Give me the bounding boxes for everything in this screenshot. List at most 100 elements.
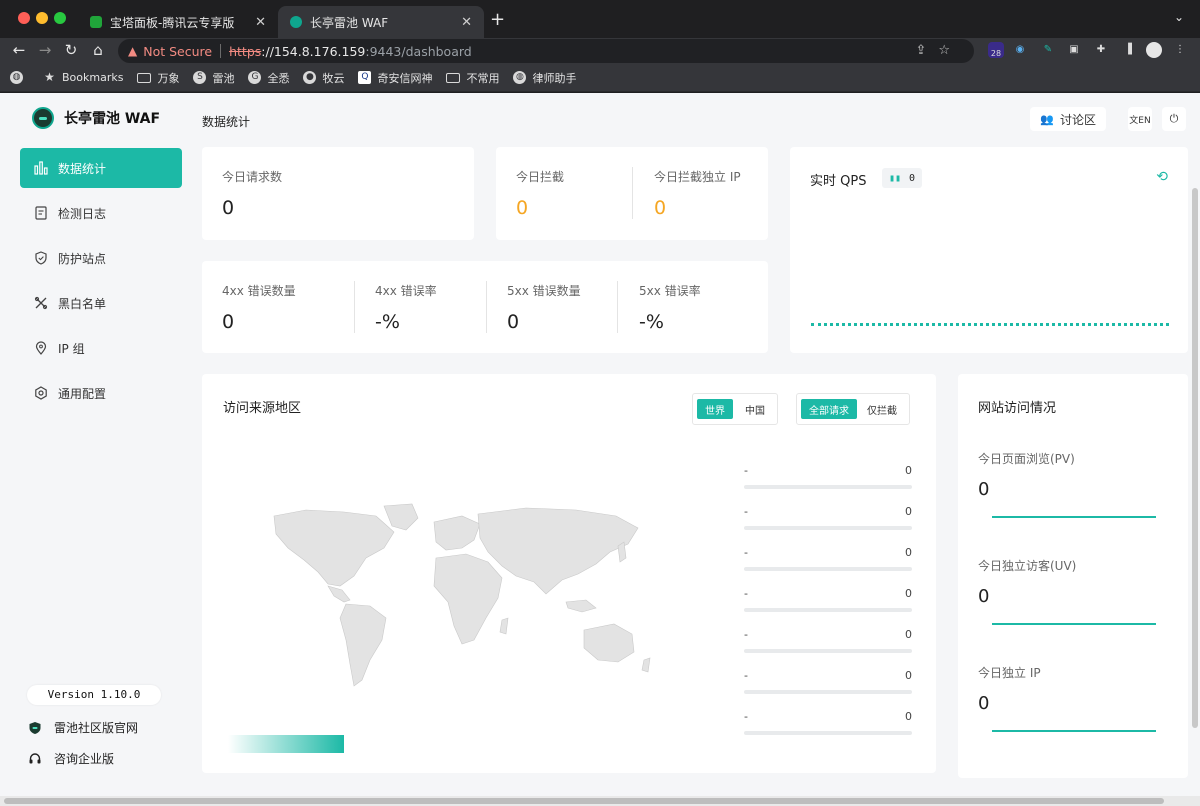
tab-search-chevron-icon[interactable]: ⌄: [1174, 10, 1184, 24]
geo-rank-row: -0: [744, 546, 912, 571]
home-icon[interactable]: ⌂: [89, 41, 107, 59]
url-host: ://154.8.176.159: [261, 43, 366, 59]
profile-avatar[interactable]: [1146, 42, 1162, 58]
puzzle-extensions-icon[interactable]: ✚: [1093, 42, 1109, 58]
safeline-favicon-icon: [290, 16, 302, 28]
close-tab-icon[interactable]: ✕: [255, 15, 266, 30]
geo-title: 访问来源地区: [223, 401, 302, 416]
err5-rate-label: 5xx 错误率: [639, 284, 701, 298]
scope-china-button[interactable]: 中国: [737, 399, 773, 419]
bookmark-item[interactable]: 不常用: [446, 70, 499, 86]
filter-blocked-button[interactable]: 仅拦截: [859, 399, 905, 419]
sidebar-item-label: 数据统计: [58, 161, 107, 176]
logout-icon: ⏻: [1169, 112, 1179, 125]
qps-line-chart: [811, 323, 1169, 326]
bookmark-item[interactable]: 万象: [137, 70, 179, 86]
geo-card: 访问来源地区 世界 中国 全部请求 仅拦截 - 0 - 0 - 0 - 0 - …: [202, 374, 936, 773]
rank-bar: [744, 731, 912, 735]
users-icon: 👥: [1040, 112, 1054, 126]
tab-title: 宝塔面板-腾讯云专享版: [110, 15, 235, 30]
maximize-window-button[interactable]: [54, 12, 66, 24]
brand-logo[interactable]: 长亭雷池 WAF: [32, 107, 160, 129]
minimize-window-button[interactable]: [36, 12, 48, 24]
sidebar-item-settings[interactable]: 通用配置: [20, 373, 182, 413]
page-title: 数据统计: [202, 115, 251, 129]
rank-name: -: [744, 464, 748, 477]
blocked-label: 今日拦截: [516, 170, 565, 184]
sidebar-item-ip-group[interactable]: IP 组: [20, 328, 182, 368]
scope-world-button[interactable]: 世界: [697, 399, 733, 419]
discuss-button[interactable]: 👥 讨论区: [1030, 107, 1106, 131]
divider: [617, 281, 618, 333]
sidebar-nav: 数据统计 检测日志 防护站点 黑白名单 IP 组 通用配置: [20, 148, 182, 418]
bookmarks-bar: ◍ ★ Bookmarks 万象 S 雷池 G 全悉 ● 牧云 Q 奇安信网神 不常用 ◍…: [0, 64, 1200, 92]
language-label: 文EN: [1129, 115, 1151, 126]
rank-value: 0: [905, 628, 912, 641]
close-window-button[interactable]: [18, 12, 30, 24]
rank-bar: [744, 567, 912, 571]
sidebar-item-logs[interactable]: 检测日志: [20, 193, 182, 233]
ip-label: 今日独立 IP: [978, 666, 1041, 680]
sidebar-item-blacklist[interactable]: 黑白名单: [20, 283, 182, 323]
brand-name: 长亭雷池 WAF: [64, 111, 161, 127]
reload-icon[interactable]: ↻: [62, 41, 80, 59]
browser-tab-baota[interactable]: 宝塔面板-腾讯云专享版 ✕: [78, 6, 278, 38]
apps-globe-icon[interactable]: ◍: [10, 71, 29, 84]
ip-value: 0: [978, 693, 990, 714]
rank-value: 0: [905, 587, 912, 600]
rank-value: 0: [905, 669, 912, 682]
bookmark-item[interactable]: Q 奇安信网神: [358, 70, 432, 86]
log-icon: [34, 206, 48, 220]
geo-rank-row: -0: [744, 587, 912, 612]
extension-pen-icon[interactable]: ✎: [1040, 42, 1056, 58]
community-link[interactable]: 雷池社区版官网: [28, 719, 138, 736]
bookmark-item[interactable]: ◍ 律师助手: [513, 70, 576, 86]
back-icon[interactable]: ←: [10, 41, 28, 59]
sidebar-item-label: IP 组: [58, 341, 85, 356]
bookmark-item[interactable]: ★ Bookmarks: [43, 70, 123, 85]
site-icon: ●: [303, 71, 317, 84]
browser-menu-icon[interactable]: ⋮: [1172, 42, 1188, 58]
camera-extension-icon[interactable]: ▣: [1066, 42, 1082, 58]
bookmark-item[interactable]: G 全悉: [248, 70, 289, 86]
scrollbar-thumb[interactable]: [4, 798, 1164, 804]
bookmark-label: 万象: [157, 71, 180, 85]
browser-tab-safeline[interactable]: 长亭雷池 WAF ✕: [278, 6, 484, 38]
sidebar-item-label: 防护站点: [58, 251, 107, 266]
vertical-scrollbar[interactable]: [1192, 188, 1198, 728]
bookmark-item[interactable]: ● 牧云: [303, 70, 344, 86]
filter-all-button[interactable]: 全部请求: [801, 399, 857, 419]
enterprise-link[interactable]: 咨询企业版: [28, 750, 114, 767]
waf-app: 长亭雷池 WAF 数据统计 检测日志 防护站点 黑白名单 IP 组 通用配置 V…: [0, 93, 1200, 796]
baota-favicon-icon: [90, 16, 102, 28]
rank-name: -: [744, 710, 748, 723]
logout-button[interactable]: ⏻: [1162, 107, 1186, 131]
uv-block: 今日独立访客(UV) 0: [978, 557, 1156, 625]
blocked-value: 0: [516, 197, 529, 219]
blocked-card: 今日拦截 0 今日拦截独立 IP 0: [496, 147, 768, 240]
qps-title: 实时 QPS: [810, 174, 867, 189]
refresh-icon[interactable]: ⟲: [1156, 169, 1168, 185]
bookmark-item[interactable]: S 雷池: [193, 70, 234, 86]
language-switch-button[interactable]: 文EN: [1128, 107, 1152, 131]
close-tab-icon[interactable]: ✕: [461, 15, 472, 30]
scope-toggle: 世界 中国: [692, 393, 778, 425]
requests-card: 今日请求数 0: [202, 147, 474, 240]
horizontal-scrollbar[interactable]: [0, 796, 1200, 806]
bookmark-label: 不常用: [466, 71, 500, 85]
err5-count-value: 0: [507, 311, 520, 333]
sidebar-item-statistics[interactable]: 数据统计: [20, 148, 182, 188]
star-icon: ★: [44, 70, 55, 84]
extension-circle-icon[interactable]: ◉: [1012, 42, 1028, 58]
extension-badge-icon[interactable]: 28: [988, 42, 1004, 58]
forward-icon[interactable]: →: [36, 41, 54, 59]
address-bar[interactable]: ▲ Not Secure https ://154.8.176.159 :944…: [118, 39, 974, 63]
globe-icon: ◍: [513, 71, 527, 84]
security-label[interactable]: Not Secure: [143, 44, 212, 59]
sidebar-item-sites[interactable]: 防护站点: [20, 238, 182, 278]
geo-rank-row: -0: [744, 669, 912, 694]
new-tab-icon[interactable]: +: [490, 9, 505, 30]
side-panel-icon[interactable]: ▐: [1120, 42, 1136, 58]
share-bookmark-icons[interactable]: ⇪☆: [915, 43, 962, 58]
sidebar-item-label: 检测日志: [58, 206, 107, 221]
